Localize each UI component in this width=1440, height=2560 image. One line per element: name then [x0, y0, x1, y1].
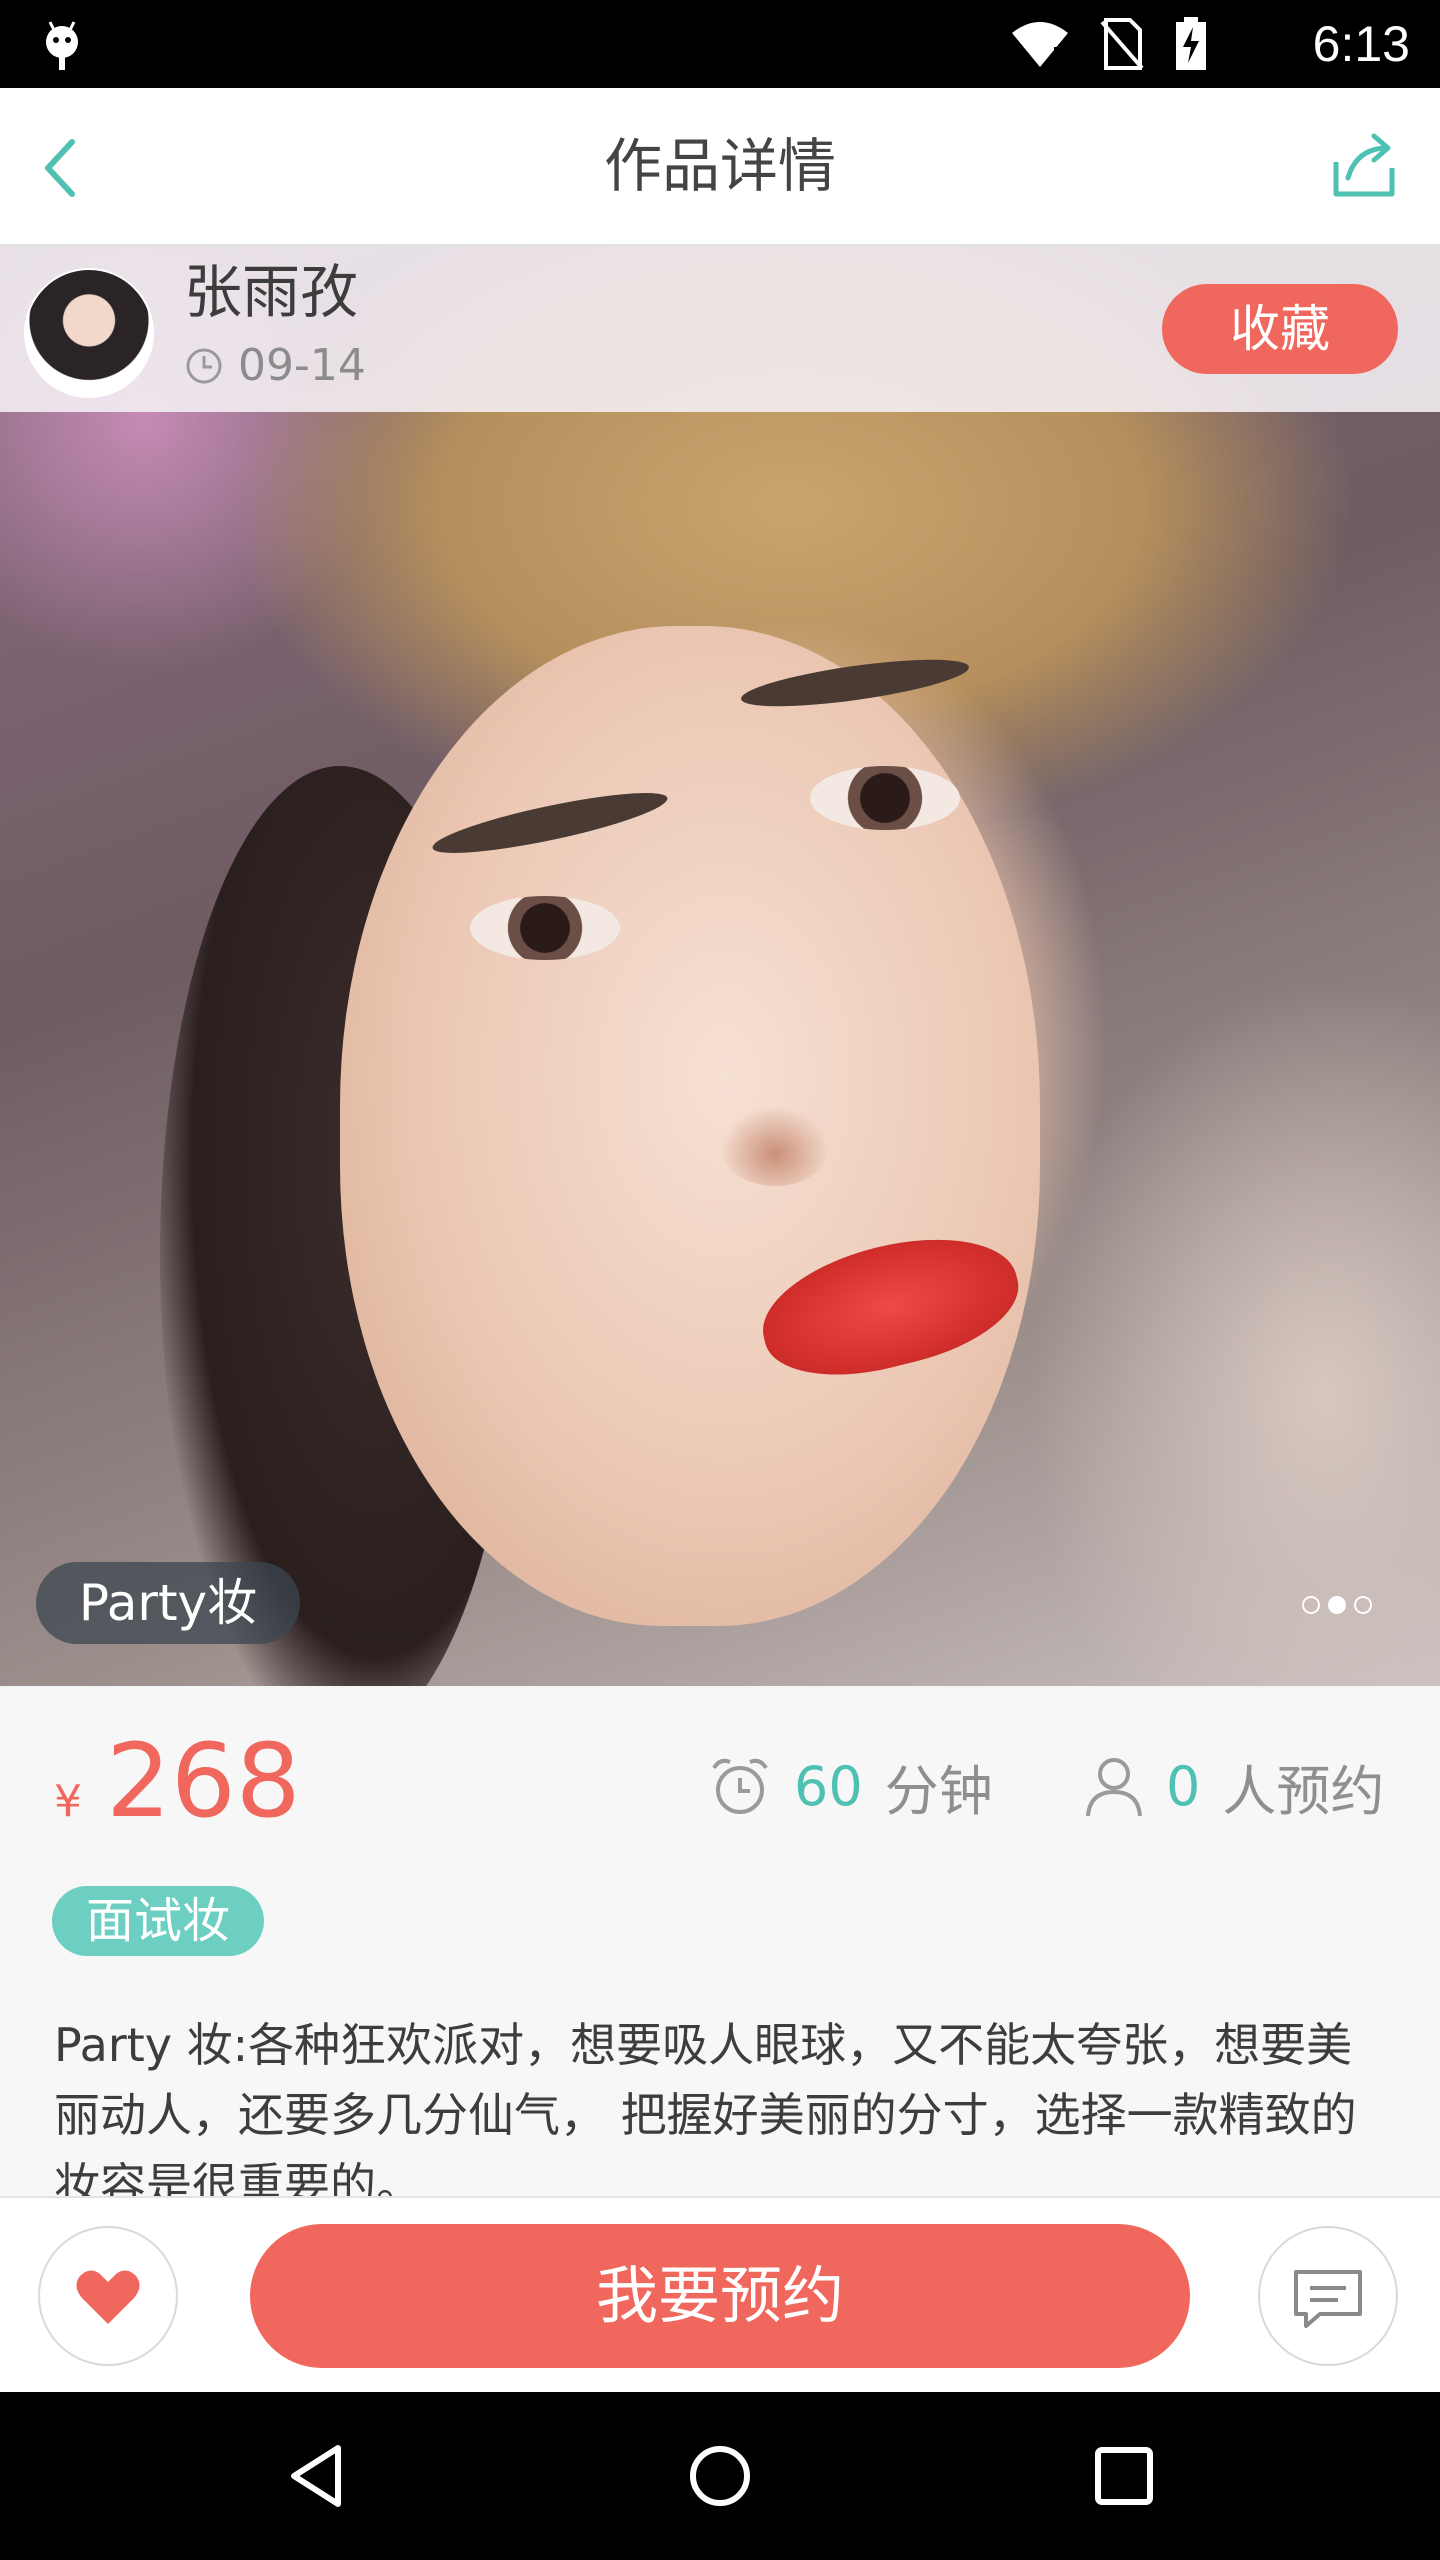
system-nav-bar: [0, 2392, 1440, 2560]
page-dot: [1354, 1596, 1372, 1614]
book-now-button[interactable]: 我要预约: [250, 2224, 1190, 2368]
duration: 60 分钟: [708, 1746, 993, 1826]
page-indicator: [1302, 1596, 1372, 1614]
category-tag: 面试妆: [52, 1886, 264, 1956]
home-nav-icon[interactable]: [680, 2436, 760, 2516]
bookings-unit: 人预约: [1222, 1759, 1385, 1823]
currency-symbol: ¥: [54, 1776, 82, 1827]
bookings: 0 人预约: [1084, 1746, 1384, 1826]
author-row: 张雨孜 09-14 收藏: [0, 246, 1440, 412]
bookings-value: 0: [1166, 1754, 1201, 1818]
duration-value: 60: [794, 1754, 863, 1818]
page-dot-active: [1328, 1596, 1346, 1614]
description: Party 妆:各种狂欢派对，想要吸人眼球，又不能太夸张，想要美丽动人，还要多几…: [54, 2018, 1357, 2196]
message-button[interactable]: [1258, 2226, 1398, 2366]
page-dot: [1302, 1596, 1320, 1614]
bottom-action-bar: 我要预约: [0, 2196, 1440, 2394]
chat-icon: [1294, 2270, 1362, 2328]
app-bar: 作品详情: [0, 88, 1440, 246]
clock-icon: [186, 348, 222, 384]
style-tag: Party妆: [36, 1562, 300, 1644]
favorite-button[interactable]: 收藏: [1162, 284, 1398, 374]
status-bar: 6:13: [0, 0, 1440, 88]
recents-nav-icon[interactable]: [1084, 2436, 1164, 2516]
work-info: ¥ 268 60 分钟 0 人预约 面试妆 Party 妆:各种狂欢派对，想要吸…: [0, 1688, 1440, 2196]
person-icon: [1086, 1758, 1142, 1817]
battery-charging-icon: [1176, 17, 1206, 70]
work-photo[interactable]: [0, 246, 1440, 1686]
price: 268: [106, 1722, 301, 1841]
android-debug-icon: [46, 21, 78, 70]
clock: 6:13: [1312, 16, 1410, 72]
back-nav-icon[interactable]: [276, 2436, 356, 2516]
post-date: 09-14: [238, 340, 366, 391]
like-button[interactable]: [38, 2226, 178, 2366]
wifi-icon: [1012, 22, 1068, 68]
page-title: 作品详情: [603, 132, 836, 200]
heart-icon: [76, 2270, 140, 2324]
alarm-clock-icon: [712, 1758, 768, 1814]
avatar[interactable]: [24, 268, 154, 398]
post-date-row: 09-14: [184, 338, 366, 394]
author-name[interactable]: 张雨孜: [184, 254, 358, 330]
share-icon[interactable]: [1328, 128, 1400, 200]
no-sim-icon: [1100, 18, 1144, 70]
duration-unit: 分钟: [884, 1759, 993, 1823]
